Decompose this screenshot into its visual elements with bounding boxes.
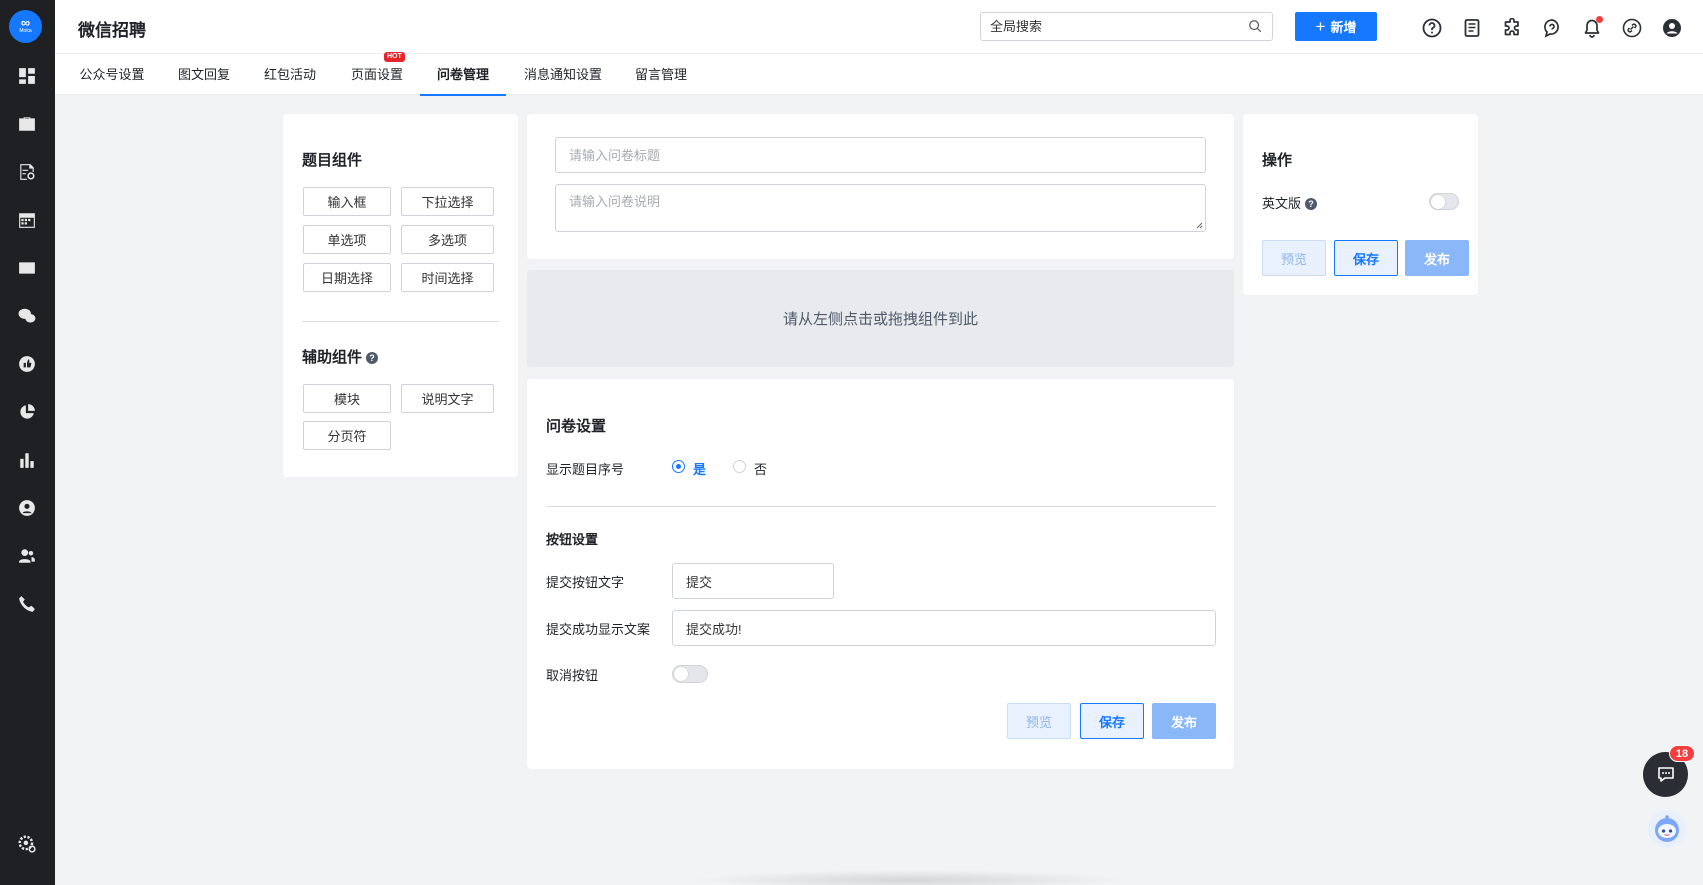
phone-icon[interactable] xyxy=(17,594,37,614)
chat-icon xyxy=(1657,766,1674,782)
document-search-icon[interactable] xyxy=(17,162,37,182)
link-icon[interactable] xyxy=(1621,17,1643,39)
app-logo[interactable]: ∞ Moka xyxy=(9,10,42,43)
show-number-label: 显示题目序号 xyxy=(546,462,625,477)
resize-handle-icon[interactable] xyxy=(1195,221,1203,229)
users-icon[interactable] xyxy=(17,546,37,566)
page-title: 微信招聘 xyxy=(78,21,146,40)
component-panel: 题目组件 输入框 下拉选择 单选项 多选项 日期选择 时间选择 辅助组件? 模块… xyxy=(283,114,518,477)
aux-components-title-text: 辅助组件 xyxy=(302,349,363,366)
settings-publish-button[interactable]: 发布 xyxy=(1152,703,1216,739)
component-input-button[interactable]: 输入框 xyxy=(303,187,391,216)
show-number-no-label[interactable]: 否 xyxy=(754,459,767,478)
tab-page-settings-label: 页面设置 xyxy=(351,67,404,82)
settings-preview-button[interactable]: 预览 xyxy=(1007,703,1071,739)
sidebar: ∞ Moka xyxy=(0,0,55,885)
help-icon[interactable] xyxy=(1421,17,1443,39)
settings-divider xyxy=(546,506,1216,507)
calendar-icon[interactable] xyxy=(17,210,37,230)
robot-icon xyxy=(1655,815,1679,842)
button-settings-title: 按钮设置 xyxy=(546,532,599,547)
show-number-no-radio[interactable] xyxy=(733,460,746,473)
publish-button[interactable]: 发布 xyxy=(1405,240,1469,276)
success-text-label: 提交成功显示文案 xyxy=(546,622,651,637)
logo-mark: ∞ xyxy=(20,15,31,30)
global-search[interactable] xyxy=(980,12,1273,41)
search-input[interactable] xyxy=(981,13,1231,40)
settings-gear-icon[interactable] xyxy=(17,834,37,854)
settings-save-button[interactable]: 保存 xyxy=(1080,703,1144,739)
user-circle-icon[interactable] xyxy=(17,498,37,518)
submit-text-label: 提交按钮文字 xyxy=(546,575,625,590)
component-page-break-button[interactable]: 分页符 xyxy=(303,421,391,450)
question-components-title: 题目组件 xyxy=(302,152,363,169)
questionnaire-title-input[interactable] xyxy=(555,137,1206,173)
component-module-button[interactable]: 模块 xyxy=(303,384,391,413)
new-button-label: 新增 xyxy=(1330,20,1357,35)
plugin-icon[interactable] xyxy=(1501,17,1523,39)
questionnaire-settings-panel: 问卷设置 显示题目序号 是 否 按钮设置 提交按钮文字 提交成功显示文案 取消按… xyxy=(527,379,1234,769)
new-button[interactable]: + 新增 xyxy=(1295,12,1377,41)
search-icon[interactable] xyxy=(1248,19,1262,33)
notification-dot xyxy=(1596,16,1603,23)
english-version-toggle[interactable] xyxy=(1429,193,1459,210)
component-checkbox-button[interactable]: 多选项 xyxy=(401,225,494,254)
success-text-input[interactable] xyxy=(672,610,1216,646)
account-avatar-icon[interactable] xyxy=(1661,17,1683,39)
settings-title: 问卷设置 xyxy=(546,418,607,435)
tab-page-settings[interactable]: 页面设置 HOT xyxy=(351,52,405,95)
english-help-icon[interactable]: ? xyxy=(1305,198,1318,210)
tab-notification-settings[interactable]: 消息通知设置 xyxy=(524,54,602,95)
component-select-button[interactable]: 下拉选择 xyxy=(401,187,494,216)
tab-red-packet[interactable]: 红包活动 xyxy=(264,54,316,95)
consult-icon[interactable] xyxy=(1541,17,1563,39)
assistant-robot-button[interactable] xyxy=(1648,810,1686,848)
form-header-panel xyxy=(527,114,1234,259)
component-date-button[interactable]: 日期选择 xyxy=(303,263,391,292)
bell-icon[interactable] xyxy=(1581,16,1603,39)
bar-chart-icon[interactable] xyxy=(17,450,37,470)
tab-account-settings[interactable]: 公众号设置 xyxy=(79,54,145,95)
component-radio-button[interactable]: 单选项 xyxy=(303,225,391,254)
english-version-text: 英文版 xyxy=(1262,196,1302,211)
questionnaire-description-input[interactable] xyxy=(555,184,1206,232)
like-icon[interactable] xyxy=(17,354,37,374)
actions-title: 操作 xyxy=(1262,152,1293,169)
show-number-yes-radio[interactable] xyxy=(672,460,685,473)
aux-components-title: 辅助组件? xyxy=(302,346,379,367)
logo-text: Moka xyxy=(19,28,32,34)
tab-message-management[interactable]: 留言管理 xyxy=(635,54,687,95)
bottom-shadow xyxy=(690,870,1130,885)
id-card-icon[interactable] xyxy=(17,258,37,278)
question-mark-icon[interactable]: ? xyxy=(366,352,379,364)
chat-unread-badge: 18 xyxy=(1669,745,1695,762)
cancel-button-label: 取消按钮 xyxy=(546,668,599,683)
tab-bar: 公众号设置 图文回复 红包活动 页面设置 HOT 问卷管理 消息通知设置 留言管… xyxy=(55,52,1703,96)
submit-text-input[interactable] xyxy=(672,563,834,599)
tab-rich-reply[interactable]: 图文回复 xyxy=(178,54,230,95)
top-header: 微信招聘 + 新增 xyxy=(55,0,1703,54)
hot-badge: HOT xyxy=(384,52,405,62)
pie-chart-icon[interactable] xyxy=(17,402,37,422)
english-version-label: 英文版? xyxy=(1262,193,1318,212)
actions-panel: 操作 英文版? 预览 保存 发布 xyxy=(1243,114,1478,295)
component-dropzone[interactable]: 请从左侧点击或拖拽组件到此 xyxy=(527,270,1234,367)
plus-icon: + xyxy=(1315,16,1326,36)
wechat-icon[interactable] xyxy=(17,306,37,326)
preview-button[interactable]: 预览 xyxy=(1262,240,1326,276)
cancel-button-toggle[interactable] xyxy=(672,665,708,683)
save-button[interactable]: 保存 xyxy=(1334,240,1398,276)
dashboard-icon[interactable] xyxy=(17,66,37,86)
tab-questionnaire[interactable]: 问卷管理 xyxy=(420,54,506,96)
briefcase-icon[interactable] xyxy=(17,114,37,134)
show-number-yes-label[interactable]: 是 xyxy=(693,459,706,478)
component-description-button[interactable]: 说明文字 xyxy=(401,384,494,413)
panel-divider xyxy=(302,321,499,322)
component-time-button[interactable]: 时间选择 xyxy=(401,263,494,292)
notes-icon[interactable] xyxy=(1461,17,1483,39)
